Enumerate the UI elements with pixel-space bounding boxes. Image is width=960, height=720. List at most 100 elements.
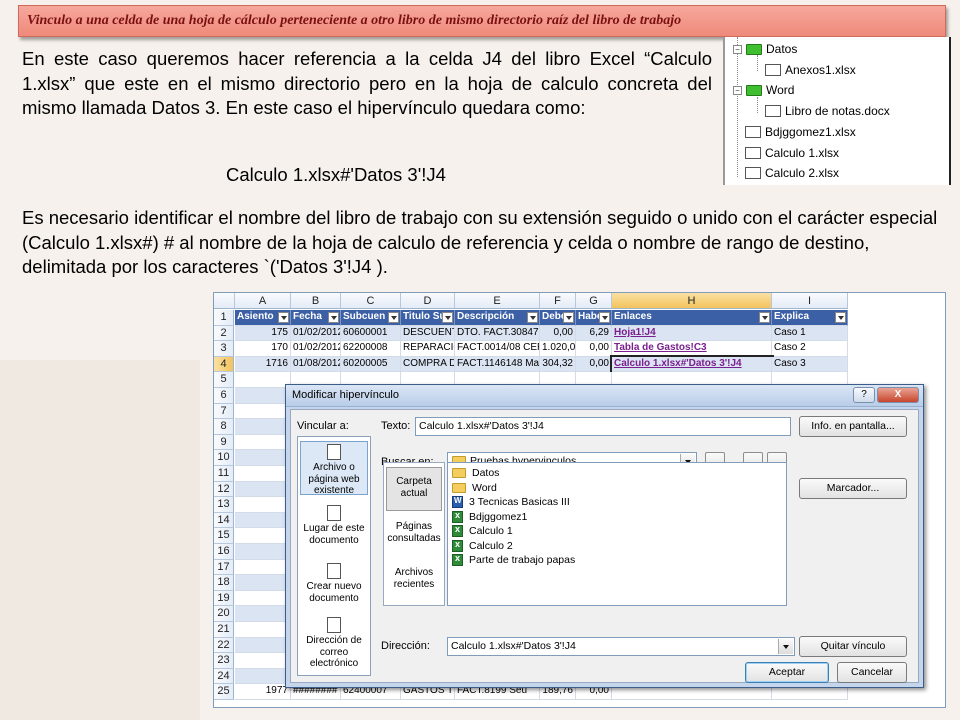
row-header[interactable]: 13 [214, 497, 234, 513]
table-cell[interactable]: 6,29 [576, 325, 612, 342]
table-cell[interactable] [235, 497, 291, 513]
table-cell[interactable]: Caso 2 [772, 341, 848, 357]
quitar-vinculo-button[interactable]: Quitar vínculo [799, 636, 907, 657]
row-header[interactable]: 1 [214, 310, 234, 326]
row-header[interactable]: 19 [214, 590, 234, 607]
filter-dropdown-icon[interactable] [835, 312, 846, 323]
row-header[interactable]: 2 [214, 325, 234, 342]
table-cell[interactable]: Caso 3 [772, 356, 848, 373]
file-list-item[interactable]: 3 Tecnicas Basicas III [452, 496, 570, 508]
column-header[interactable]: H [612, 293, 772, 309]
collapse-icon[interactable]: − [733, 85, 742, 95]
column-header[interactable]: F [540, 293, 576, 309]
link-to-existing-file[interactable]: Archivo o página web existente [300, 441, 368, 496]
table-cell[interactable]: 01/08/2012 [291, 356, 341, 373]
marcador-button[interactable]: Marcador... [799, 478, 907, 499]
table-header-cell[interactable]: Debe [540, 310, 576, 326]
row-header[interactable]: 8 [214, 419, 234, 435]
tree-node-word[interactable]: − Word [733, 83, 794, 97]
row-header[interactable]: 12 [214, 481, 234, 498]
table-cell[interactable]: 60600001 [341, 325, 401, 342]
cancel-button[interactable]: Cancelar [837, 662, 907, 683]
table-cell[interactable]: 01/02/2012 [291, 325, 341, 342]
table-cell[interactable]: 170 [235, 341, 291, 357]
file-list-item[interactable]: Parte de trabajo papas [452, 553, 575, 566]
tree-node-bdjggomez[interactable]: Bdjggomez1.xlsx [745, 125, 856, 139]
table-cell[interactable]: DTO. FACT.30847 C [455, 325, 540, 342]
table-cell[interactable] [235, 450, 291, 466]
table-header-cell[interactable]: Fecha [291, 310, 341, 326]
table-cell[interactable] [235, 512, 291, 529]
row-header[interactable]: 10 [214, 450, 234, 466]
table-cell[interactable] [235, 637, 291, 654]
table-cell[interactable] [235, 590, 291, 607]
table-cell[interactable]: FACT.1146148 Mad [455, 356, 540, 373]
row-header[interactable]: 24 [214, 668, 234, 685]
select-all-corner[interactable] [214, 293, 235, 309]
row-header[interactable]: 11 [214, 466, 234, 482]
table-cell[interactable] [235, 606, 291, 622]
table-cell[interactable]: COMPRA DE O [401, 356, 455, 373]
table-cell[interactable]: 0,00 [576, 341, 612, 357]
table-cell[interactable]: DESCUENTOS [401, 325, 455, 342]
row-header[interactable]: 14 [214, 512, 234, 529]
table-cell[interactable]: 0,00 [540, 325, 576, 342]
column-header[interactable]: D [401, 293, 455, 309]
file-list-item[interactable]: Calculo 2 [452, 539, 513, 552]
row-header[interactable]: 23 [214, 653, 234, 669]
column-header[interactable]: B [291, 293, 341, 309]
table-cell[interactable]: FACT.0014/08 CER [455, 341, 540, 357]
table-cell[interactable]: 62200008 [341, 341, 401, 357]
column-header[interactable]: G [576, 293, 612, 309]
tree-node-calculo1[interactable]: Calculo 1.xlsx [745, 146, 839, 160]
filter-dropdown-icon[interactable] [599, 312, 610, 323]
table-cell[interactable] [235, 419, 291, 435]
table-header-cell[interactable]: Enlaces [612, 310, 772, 326]
column-header[interactable]: E [455, 293, 540, 309]
tree-node-datos[interactable]: − Datos [733, 42, 797, 56]
filter-dropdown-icon[interactable] [278, 312, 289, 323]
table-cell[interactable]: 01/02/2012 [291, 341, 341, 357]
direccion-input[interactable]: Calculo 1.xlsx#'Datos 3'!J4 [447, 637, 795, 656]
row-header[interactable]: 7 [214, 403, 234, 420]
table-cell[interactable]: 1.020,00 [540, 341, 576, 357]
column-header[interactable]: A [235, 293, 291, 309]
table-header-cell[interactable]: Habe [576, 310, 612, 326]
filter-dropdown-icon[interactable] [527, 312, 538, 323]
table-cell[interactable] [235, 403, 291, 420]
chevron-down-icon[interactable] [778, 639, 793, 654]
row-header[interactable]: 16 [214, 544, 234, 560]
tree-node-libro-notas[interactable]: Libro de notas.docx [765, 104, 890, 118]
row-header[interactable]: 21 [214, 622, 234, 638]
row-header[interactable]: 22 [214, 637, 234, 654]
row-header[interactable]: 15 [214, 528, 234, 544]
file-list-item[interactable]: Word [452, 482, 497, 494]
table-cell[interactable] [235, 622, 291, 638]
table-header-cell[interactable]: Asiento [235, 310, 291, 326]
hyperlink-cell[interactable]: Hoja1!J4 [612, 325, 772, 342]
table-cell[interactable] [235, 481, 291, 498]
table-cell[interactable]: 0,00 [576, 356, 612, 373]
row-header[interactable]: 5 [214, 372, 234, 388]
table-cell[interactable]: REPARACION [401, 341, 455, 357]
filter-dropdown-icon[interactable] [442, 312, 453, 323]
row-header[interactable]: 9 [214, 434, 234, 451]
table-cell[interactable] [235, 388, 291, 404]
file-list[interactable]: Datos Word 3 Tecnicas Basicas III Bdjggomez… [447, 462, 787, 606]
table-cell[interactable] [235, 653, 291, 669]
filter-dropdown-icon[interactable] [388, 312, 399, 323]
row-header[interactable]: 6 [214, 388, 234, 404]
table-cell[interactable] [235, 575, 291, 591]
tab-archivos-recientes[interactable]: Archivos recientes [386, 563, 442, 597]
help-button[interactable]: ? [853, 387, 875, 403]
filter-dropdown-icon[interactable] [563, 312, 574, 323]
table-cell[interactable]: 175 [235, 325, 291, 342]
table-cell[interactable]: 1977 [235, 684, 291, 700]
row-header[interactable]: 3 [214, 341, 234, 357]
tab-paginas-consultadas[interactable]: Páginas consultadas [386, 517, 442, 551]
table-cell[interactable]: 60200005 [341, 356, 401, 373]
table-cell[interactable] [235, 466, 291, 482]
tree-node-anexos[interactable]: Anexos1.xlsx [765, 63, 856, 77]
table-cell[interactable] [235, 434, 291, 451]
table-header-cell[interactable]: Titulo Su [401, 310, 455, 326]
